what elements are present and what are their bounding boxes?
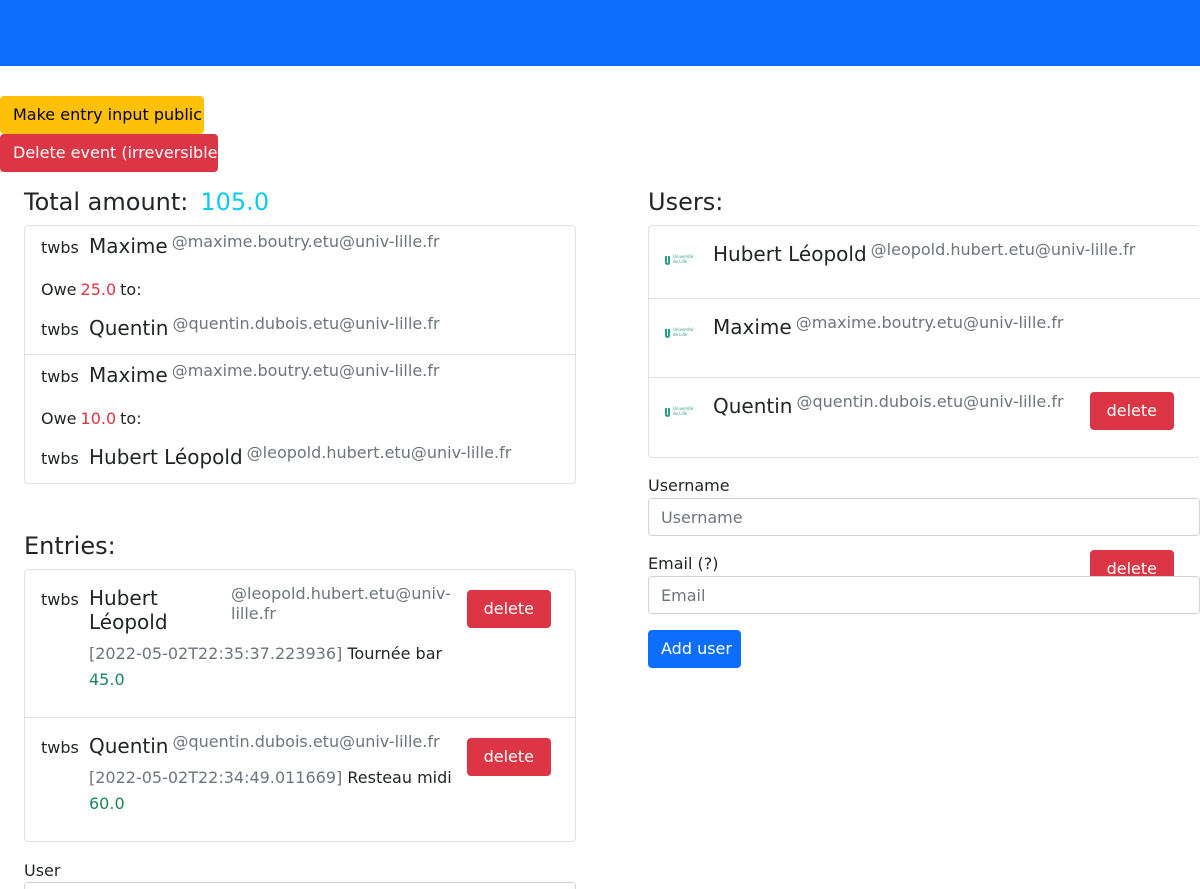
- user-name: Hubert Léopold: [713, 242, 867, 266]
- entry-amount: 45.0: [89, 670, 125, 689]
- user-email: @quentin.dubois.etu@univ-lille.fr: [172, 314, 440, 333]
- email-input[interactable]: [648, 576, 1200, 614]
- avatar: twbs: [41, 320, 79, 339]
- entry-user-select[interactable]: [24, 882, 576, 889]
- entry-meta: [2022-05-02T22:35:37.223936] Tournée bar: [89, 642, 559, 666]
- owe-prefix: Owe: [41, 408, 77, 428]
- avatar: twbs: [41, 367, 79, 386]
- user-email: @leopold.hubert.etu@univ-lille.fr: [246, 443, 512, 462]
- owe-line: Owe 25.0 to:: [41, 262, 559, 302]
- username-label: Username: [648, 476, 730, 495]
- owe-amount: 25.0: [80, 279, 117, 299]
- entries-heading: Entries:: [24, 532, 116, 560]
- email-label: Email (?): [648, 554, 719, 573]
- owe-prefix: Owe: [41, 279, 77, 299]
- owe-amount: 10.0: [80, 408, 117, 428]
- user-email: @quentin.dubois.etu@univ-lille.fr: [796, 392, 1064, 411]
- owe-suffix: to:: [120, 408, 142, 428]
- user-name: Quentin: [713, 394, 793, 418]
- entry-date: [2022-05-02T22:34:49.011669]: [89, 768, 343, 787]
- univ-lille-logo-icon: Université de Lille: [665, 327, 697, 341]
- user-email: @leopold.hubert.etu@univ-lille.fr: [231, 584, 451, 623]
- debt-item: twbs Maxime @maxime.boutry.etu@univ-lill…: [25, 226, 575, 355]
- delete-entry-button[interactable]: delete: [466, 590, 551, 628]
- user-name: Quentin: [89, 734, 169, 758]
- user-email: @maxime.boutry.etu@univ-lille.fr: [171, 232, 440, 251]
- user-row: Université de Lille Hubert Léopold @leop…: [649, 226, 1200, 299]
- entry-header: twbs Quentin @quentin.dubois.etu@univ-li…: [41, 732, 559, 776]
- username-input[interactable]: [648, 498, 1200, 536]
- user-name: Maxime: [89, 363, 168, 387]
- creditor: twbs Quentin @quentin.dubois.etu@univ-li…: [41, 302, 559, 346]
- entry-item: twbs Hubert Léopold @leopold.hubert.etu@…: [25, 570, 575, 718]
- user-name: Maxime: [713, 315, 792, 339]
- avatar: twbs: [41, 449, 79, 468]
- total-amount-value: 105.0: [200, 188, 270, 216]
- creditor: twbs Hubert Léopold @leopold.hubert.etu@…: [41, 431, 559, 475]
- owe-suffix: to:: [120, 279, 142, 299]
- user-name: Maxime: [89, 234, 168, 258]
- avatar: twbs: [41, 590, 79, 609]
- user-email: @quentin.dubois.etu@univ-lille.fr: [172, 732, 440, 751]
- avatar: twbs: [41, 738, 79, 757]
- univ-lille-logo-icon: Université de Lille: [665, 406, 697, 420]
- univ-lille-logo-icon: Université de Lille: [665, 254, 697, 268]
- entry-header: twbs Hubert Léopold @leopold.hubert.etu@…: [41, 584, 559, 634]
- add-user-button[interactable]: Add user: [648, 630, 741, 668]
- total-amount-heading: Total amount: 105.0: [24, 188, 269, 216]
- entry-user-label: User: [24, 861, 61, 880]
- users-list: Université de Lille Hubert Léopold @leop…: [648, 225, 1200, 588]
- entry-amount: 60.0: [89, 794, 125, 813]
- entry-label: Tournée bar: [347, 644, 443, 663]
- delete-event-button[interactable]: Delete event (irreversible): [0, 134, 224, 172]
- user-row: Université de Lille Quentin @quentin.dub…: [649, 378, 1200, 588]
- user-email: @maxime.boutry.etu@univ-lille.fr: [171, 361, 440, 380]
- debt-item: twbs Maxime @maxime.boutry.etu@univ-lill…: [25, 355, 575, 484]
- make-public-button[interactable]: Make entry input public: [0, 96, 204, 134]
- debts-list: twbs Maxime @maxime.boutry.etu@univ-lill…: [24, 225, 576, 484]
- debtor: twbs Maxime @maxime.boutry.etu@univ-lill…: [41, 359, 559, 391]
- user-row: Université de Lille Maxime @maxime.boutr…: [649, 299, 1200, 430]
- entry-date: [2022-05-02T22:35:37.223936]: [89, 644, 343, 663]
- entry-item: twbs Quentin @quentin.dubois.etu@univ-li…: [25, 718, 575, 842]
- entries-list: twbs Hubert Léopold @leopold.hubert.etu@…: [24, 569, 576, 842]
- avatar: twbs: [41, 238, 79, 257]
- delete-entry-button[interactable]: delete: [466, 738, 551, 776]
- debtor: twbs Maxime @maxime.boutry.etu@univ-lill…: [41, 230, 559, 262]
- owe-line: Owe 10.0 to:: [41, 391, 559, 431]
- user-name: Quentin: [89, 316, 169, 340]
- users-heading: Users:: [648, 188, 724, 216]
- total-amount-label: Total amount:: [24, 188, 189, 216]
- user-name: Hubert Léopold: [89, 445, 243, 469]
- top-navbar: [0, 0, 1200, 66]
- user-email: @leopold.hubert.etu@univ-lille.fr: [870, 240, 1136, 259]
- user-name: Hubert Léopold: [89, 586, 168, 634]
- entry-label: Resteau midi: [347, 768, 452, 787]
- user-email: @maxime.boutry.etu@univ-lille.fr: [795, 313, 1064, 332]
